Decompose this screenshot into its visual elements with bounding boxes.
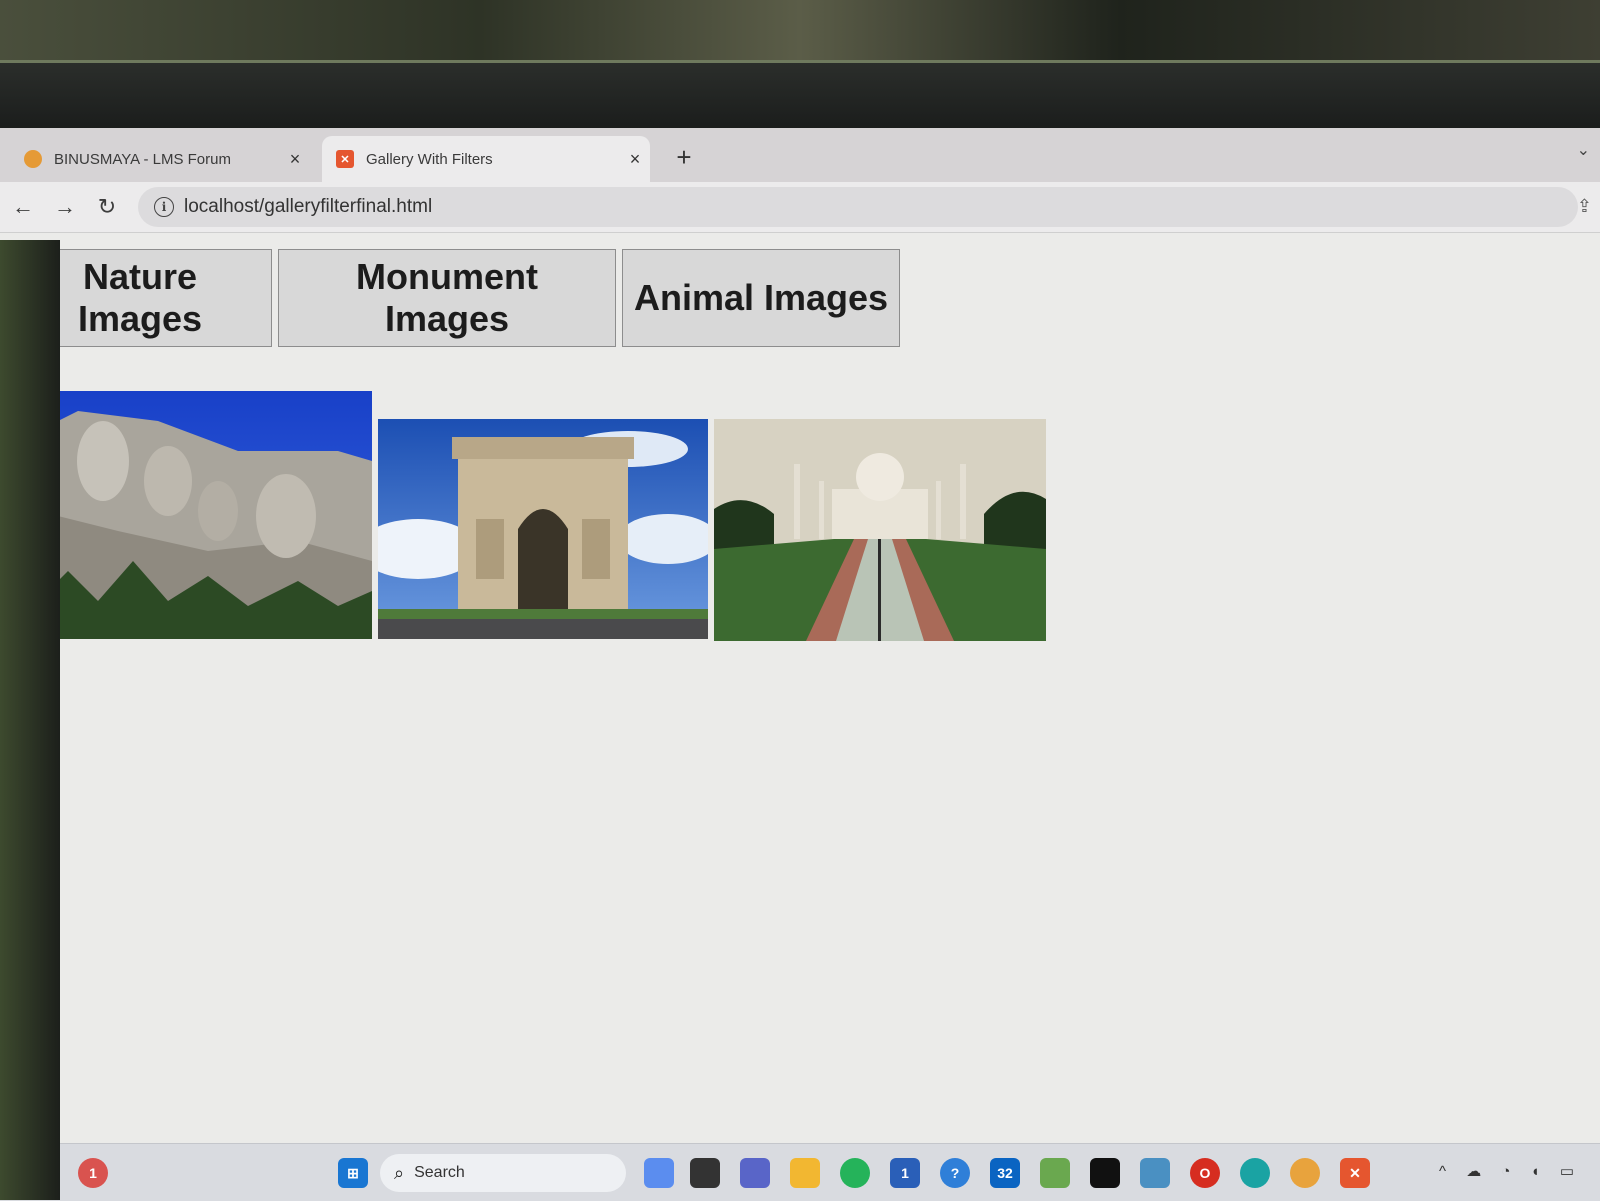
- taskbar-search[interactable]: ⌕ Search: [380, 1154, 626, 1192]
- search-label: Search: [414, 1164, 465, 1181]
- gallery-image-taj-mahal: [714, 419, 1046, 641]
- photos-icon[interactable]: [1140, 1158, 1170, 1188]
- file-explorer-icon[interactable]: [790, 1158, 820, 1188]
- widgets-icon[interactable]: [644, 1158, 674, 1188]
- url-text: localhost/galleryfilterfinal.html: [184, 196, 433, 217]
- taskbar: 1 ⊞ ⌕ Search 1 ? 32 O ✕ ^ ☁ ◔ ◖ ▭: [0, 1143, 1600, 1201]
- address-bar[interactable]: i localhost/galleryfilterfinal.html: [138, 187, 1578, 227]
- tab-gallery[interactable]: ✕ Gallery With Filters ×: [322, 136, 650, 182]
- filter-bar: Nature Images Monument Images Animal Ima…: [8, 249, 906, 347]
- gallery: [38, 391, 1052, 641]
- reload-button[interactable]: ↻: [92, 192, 122, 222]
- search-icon: ⌕: [394, 1162, 405, 1183]
- new-tab-button[interactable]: +: [666, 140, 702, 176]
- tab-title: BINUSMAYA - LMS Forum: [54, 150, 231, 168]
- outlook-icon[interactable]: 32: [990, 1158, 1020, 1188]
- browser-toolbar: ← → ↻ i localhost/galleryfilterfinal.htm…: [0, 182, 1600, 233]
- help-icon[interactable]: ?: [940, 1158, 970, 1188]
- forward-button[interactable]: →: [50, 192, 80, 222]
- tab-binusmaya[interactable]: BINUSMAYA - LMS Forum ×: [10, 136, 310, 182]
- edge-icon[interactable]: [1240, 1158, 1270, 1188]
- browser-window: BINUSMAYA - LMS Forum × ✕ Gallery With F…: [0, 128, 1600, 1201]
- monument-images-button[interactable]: Monument Images: [278, 249, 616, 347]
- task-view-icon[interactable]: [690, 1158, 720, 1188]
- animal-images-button[interactable]: Animal Images: [622, 249, 900, 347]
- gallery-image-mount-rushmore: [38, 391, 372, 639]
- paint-icon[interactable]: [1040, 1158, 1070, 1188]
- xampp-icon[interactable]: ✕: [1340, 1158, 1370, 1188]
- close-icon[interactable]: ×: [620, 149, 650, 170]
- page-content: Nature Images Monument Images Animal Ima…: [0, 233, 1600, 1143]
- teams-chat-icon[interactable]: [740, 1158, 770, 1188]
- site-info-icon[interactable]: i: [154, 197, 174, 217]
- tab-strip: BINUSMAYA - LMS Forum × ✕ Gallery With F…: [0, 128, 1600, 182]
- terminal-icon[interactable]: [1090, 1158, 1120, 1188]
- binus-favicon-icon: [24, 150, 42, 168]
- close-icon[interactable]: ×: [280, 149, 310, 170]
- notification-badge: 1: [89, 1165, 97, 1181]
- back-button[interactable]: ←: [8, 192, 38, 222]
- xampp-favicon-icon: ✕: [336, 150, 354, 168]
- monitor-bezel-left: [0, 240, 60, 1200]
- tab-title: Gallery With Filters: [366, 150, 493, 168]
- notification-icon[interactable]: 1: [78, 1158, 108, 1188]
- gallery-image-arc-de-triomphe: [378, 419, 708, 639]
- share-icon[interactable]: ⇪: [1577, 196, 1592, 217]
- whatsapp-icon[interactable]: [840, 1158, 870, 1188]
- tab-search-chevron-icon[interactable]: ⌄: [1577, 140, 1590, 160]
- outlook-badge: 32: [997, 1165, 1013, 1181]
- windows-start-icon[interactable]: ⊞: [338, 1158, 368, 1188]
- monitor-bezel: [0, 60, 1600, 133]
- store-badge: 1: [901, 1165, 909, 1181]
- microsoft-store-icon[interactable]: 1: [890, 1158, 920, 1188]
- system-tray[interactable]: ^ ☁ ◔ ◖ ▭: [1439, 1162, 1582, 1180]
- chrome-icon[interactable]: [1290, 1158, 1320, 1188]
- opera-icon[interactable]: O: [1190, 1158, 1220, 1188]
